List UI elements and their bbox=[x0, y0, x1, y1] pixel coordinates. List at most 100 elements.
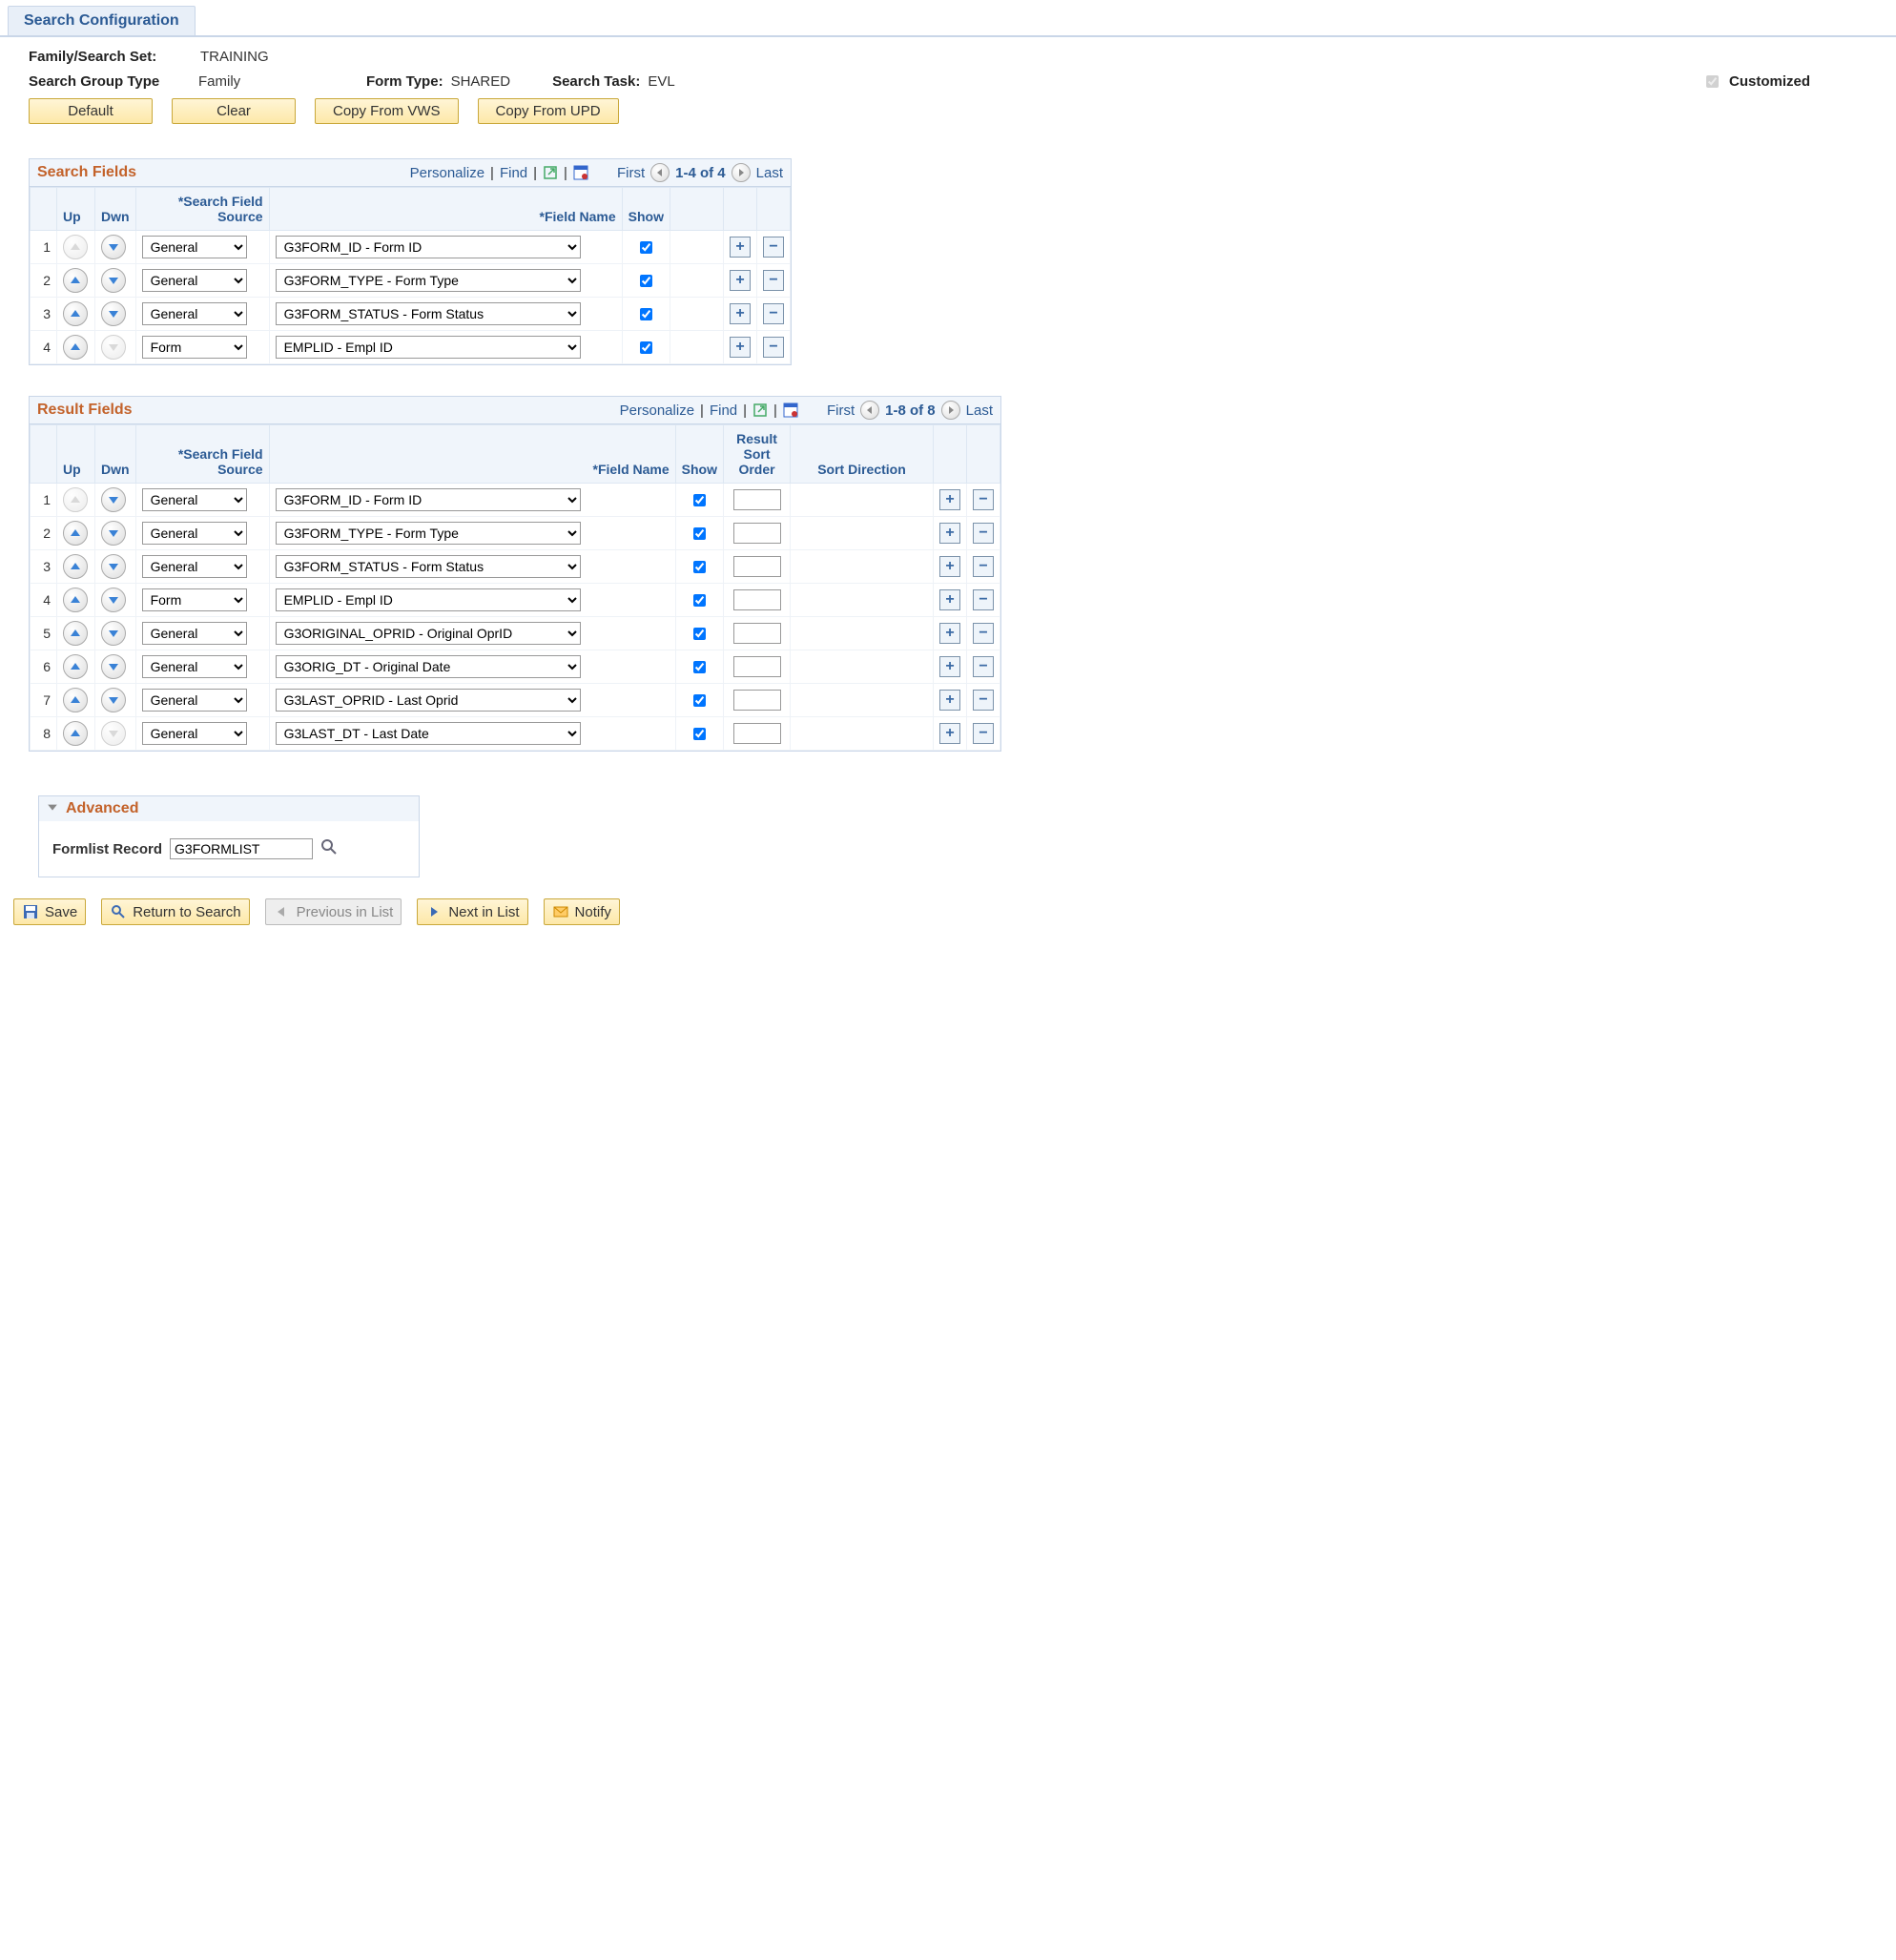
field-name-select[interactable]: G3FORM_ID - Form ID bbox=[276, 236, 581, 258]
sort-order-input[interactable] bbox=[733, 690, 781, 711]
copy-from-upd-button[interactable]: Copy From UPD bbox=[478, 98, 619, 124]
next-page-icon[interactable] bbox=[941, 401, 960, 420]
sort-order-input[interactable] bbox=[733, 589, 781, 610]
show-checkbox[interactable] bbox=[693, 561, 706, 573]
source-select[interactable]: General bbox=[142, 236, 247, 258]
sort-order-input[interactable] bbox=[733, 656, 781, 677]
delete-row-icon[interactable]: − bbox=[973, 556, 994, 577]
add-row-icon[interactable]: + bbox=[939, 589, 960, 610]
notify-button[interactable]: Notify bbox=[544, 898, 620, 925]
show-checkbox[interactable] bbox=[640, 241, 652, 254]
move-down-icon[interactable] bbox=[101, 588, 126, 612]
popout-icon[interactable] bbox=[752, 402, 768, 418]
field-name-select[interactable]: G3LAST_OPRID - Last Oprid bbox=[276, 689, 581, 712]
move-up-icon[interactable] bbox=[63, 621, 88, 646]
collapse-icon[interactable] bbox=[47, 800, 58, 817]
delete-row-icon[interactable]: − bbox=[973, 623, 994, 644]
field-name-select[interactable]: EMPLID - Empl ID bbox=[276, 336, 581, 359]
next-in-list-button[interactable]: Next in List bbox=[417, 898, 527, 925]
next-page-icon[interactable] bbox=[732, 163, 751, 182]
source-select[interactable]: Form bbox=[142, 588, 247, 611]
delete-row-icon[interactable]: − bbox=[763, 337, 784, 358]
move-down-icon[interactable] bbox=[101, 487, 126, 512]
delete-row-icon[interactable]: − bbox=[973, 656, 994, 677]
move-up-icon[interactable] bbox=[63, 521, 88, 546]
sort-order-input[interactable] bbox=[733, 723, 781, 744]
field-name-select[interactable]: G3ORIG_DT - Original Date bbox=[276, 655, 581, 678]
move-down-icon[interactable] bbox=[101, 688, 126, 712]
show-checkbox[interactable] bbox=[693, 594, 706, 607]
move-up-icon[interactable] bbox=[63, 721, 88, 746]
source-select[interactable]: General bbox=[142, 555, 247, 578]
sort-order-input[interactable] bbox=[733, 556, 781, 577]
personalize-link[interactable]: Personalize bbox=[620, 402, 694, 419]
move-up-icon[interactable] bbox=[63, 268, 88, 293]
sort-order-input[interactable] bbox=[733, 623, 781, 644]
source-select[interactable]: General bbox=[142, 622, 247, 645]
show-checkbox[interactable] bbox=[640, 308, 652, 320]
move-down-icon[interactable] bbox=[101, 301, 126, 326]
add-row-icon[interactable]: + bbox=[730, 237, 751, 258]
clear-button[interactable]: Clear bbox=[172, 98, 296, 124]
sort-order-input[interactable] bbox=[733, 489, 781, 510]
show-checkbox[interactable] bbox=[693, 494, 706, 506]
field-name-select[interactable]: EMPLID - Empl ID bbox=[276, 588, 581, 611]
show-checkbox[interactable] bbox=[693, 728, 706, 740]
move-up-icon[interactable] bbox=[63, 554, 88, 579]
popout-icon[interactable] bbox=[543, 165, 558, 180]
save-button[interactable]: Save bbox=[13, 898, 86, 925]
tab-search-configuration[interactable]: Search Configuration bbox=[8, 6, 196, 35]
add-row-icon[interactable]: + bbox=[939, 690, 960, 711]
return-to-search-button[interactable]: Return to Search bbox=[101, 898, 249, 925]
source-select[interactable]: General bbox=[142, 689, 247, 712]
move-down-icon[interactable] bbox=[101, 654, 126, 679]
prev-page-icon[interactable] bbox=[860, 401, 879, 420]
find-link[interactable]: Find bbox=[710, 402, 737, 419]
delete-row-icon[interactable]: − bbox=[973, 589, 994, 610]
move-down-icon[interactable] bbox=[101, 554, 126, 579]
move-up-icon[interactable] bbox=[63, 588, 88, 612]
show-checkbox[interactable] bbox=[693, 527, 706, 540]
delete-row-icon[interactable]: − bbox=[763, 303, 784, 324]
copy-from-vws-button[interactable]: Copy From VWS bbox=[315, 98, 459, 124]
move-down-icon[interactable] bbox=[101, 521, 126, 546]
move-up-icon[interactable] bbox=[63, 654, 88, 679]
source-select[interactable]: General bbox=[142, 488, 247, 511]
move-up-icon[interactable] bbox=[63, 301, 88, 326]
delete-row-icon[interactable]: − bbox=[973, 523, 994, 544]
personalize-link[interactable]: Personalize bbox=[410, 165, 484, 181]
show-checkbox[interactable] bbox=[640, 341, 652, 354]
move-up-icon[interactable] bbox=[63, 688, 88, 712]
show-checkbox[interactable] bbox=[640, 275, 652, 287]
add-row-icon[interactable]: + bbox=[730, 303, 751, 324]
delete-row-icon[interactable]: − bbox=[973, 723, 994, 744]
prev-page-icon[interactable] bbox=[650, 163, 670, 182]
field-name-select[interactable]: G3FORM_ID - Form ID bbox=[276, 488, 581, 511]
delete-row-icon[interactable]: − bbox=[973, 489, 994, 510]
source-select[interactable]: General bbox=[142, 722, 247, 745]
show-checkbox[interactable] bbox=[693, 628, 706, 640]
field-name-select[interactable]: G3FORM_TYPE - Form Type bbox=[276, 269, 581, 292]
default-button[interactable]: Default bbox=[29, 98, 153, 124]
source-select[interactable]: General bbox=[142, 269, 247, 292]
add-row-icon[interactable]: + bbox=[730, 337, 751, 358]
find-link[interactable]: Find bbox=[500, 165, 527, 181]
add-row-icon[interactable]: + bbox=[939, 523, 960, 544]
source-select[interactable]: General bbox=[142, 655, 247, 678]
field-name-select[interactable]: G3LAST_DT - Last Date bbox=[276, 722, 581, 745]
delete-row-icon[interactable]: − bbox=[763, 270, 784, 291]
delete-row-icon[interactable]: − bbox=[763, 237, 784, 258]
download-icon[interactable] bbox=[573, 165, 588, 180]
field-name-select[interactable]: G3FORM_STATUS - Form Status bbox=[276, 302, 581, 325]
move-down-icon[interactable] bbox=[101, 621, 126, 646]
source-select[interactable]: General bbox=[142, 302, 247, 325]
move-down-icon[interactable] bbox=[101, 235, 126, 259]
add-row-icon[interactable]: + bbox=[939, 489, 960, 510]
lookup-icon[interactable] bbox=[320, 838, 338, 859]
formlist-record-input[interactable] bbox=[170, 838, 313, 859]
field-name-select[interactable]: G3FORM_TYPE - Form Type bbox=[276, 522, 581, 545]
source-select[interactable]: Form bbox=[142, 336, 247, 359]
add-row-icon[interactable]: + bbox=[939, 723, 960, 744]
show-checkbox[interactable] bbox=[693, 661, 706, 673]
add-row-icon[interactable]: + bbox=[730, 270, 751, 291]
